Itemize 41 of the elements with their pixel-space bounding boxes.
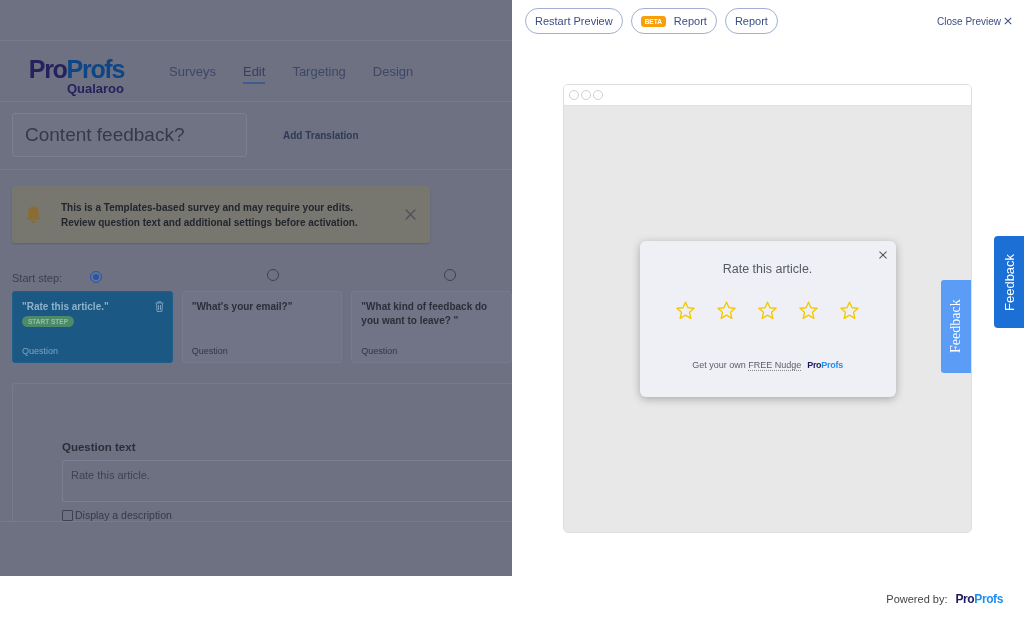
logo-wordmark: ProProfs [955,592,1003,606]
step-title: "What kind of feedback do you want to leave? " [361,300,489,328]
checkbox[interactable] [62,509,73,521]
notice-text: This is a Templates-based survey and may require your edits. [61,200,355,215]
question-text-label: Question text [62,441,137,454]
close-preview-button[interactable]: Close Preview [937,15,1012,27]
step-title: "Rate this article." [22,300,110,314]
product-name: Qualaroo [66,81,124,96]
notice-text: Review question text and additional settings before activation. [61,215,359,230]
star-icon[interactable] [716,300,737,321]
step-type-label: Question [191,346,229,356]
star-icon[interactable] [798,300,819,321]
step-type-label: Question [22,346,60,356]
star-icon[interactable] [675,300,696,321]
step-title: "What's your email?" [191,300,294,314]
star-icon[interactable] [839,300,860,321]
window-dot-icon [569,90,579,100]
restart-preview-button[interactable]: Restart Preview [525,8,623,34]
close-icon[interactable] [878,251,887,259]
window-dot-icon [593,90,603,100]
feedback-tab[interactable]: Feedback [994,236,1024,328]
star-icon[interactable] [757,300,778,321]
free-nudge-link[interactable]: FREE Nudge [748,360,802,371]
bell-icon [24,205,43,224]
powered-by-label: Powered by: [886,593,948,605]
close-icon [1004,17,1012,25]
trash-icon[interactable] [154,301,164,312]
survey-title-field[interactable]: Content feedback? [12,113,247,157]
step-card[interactable]: "What's your email?" Question [181,291,343,363]
popup-question: Rate this article. [722,262,813,276]
nav-tab[interactable]: Edit [242,58,266,84]
step-type-label: Question [361,346,399,356]
report-button[interactable]: Report [724,8,778,34]
window-dot-icon [581,90,591,100]
step-card[interactable]: "What kind of feedback do you want to leave? " Question [351,291,512,363]
promo-text: Get your own FREE Nudge [692,360,802,370]
logo-wordmark: ProProfs [28,56,124,81]
feedback-tab[interactable]: Feedback [941,280,971,373]
checkbox-label: Display a description [75,509,172,521]
logo-wordmark: ProProfs [807,360,843,370]
add-translation-link[interactable]: Add Translation [283,129,359,141]
